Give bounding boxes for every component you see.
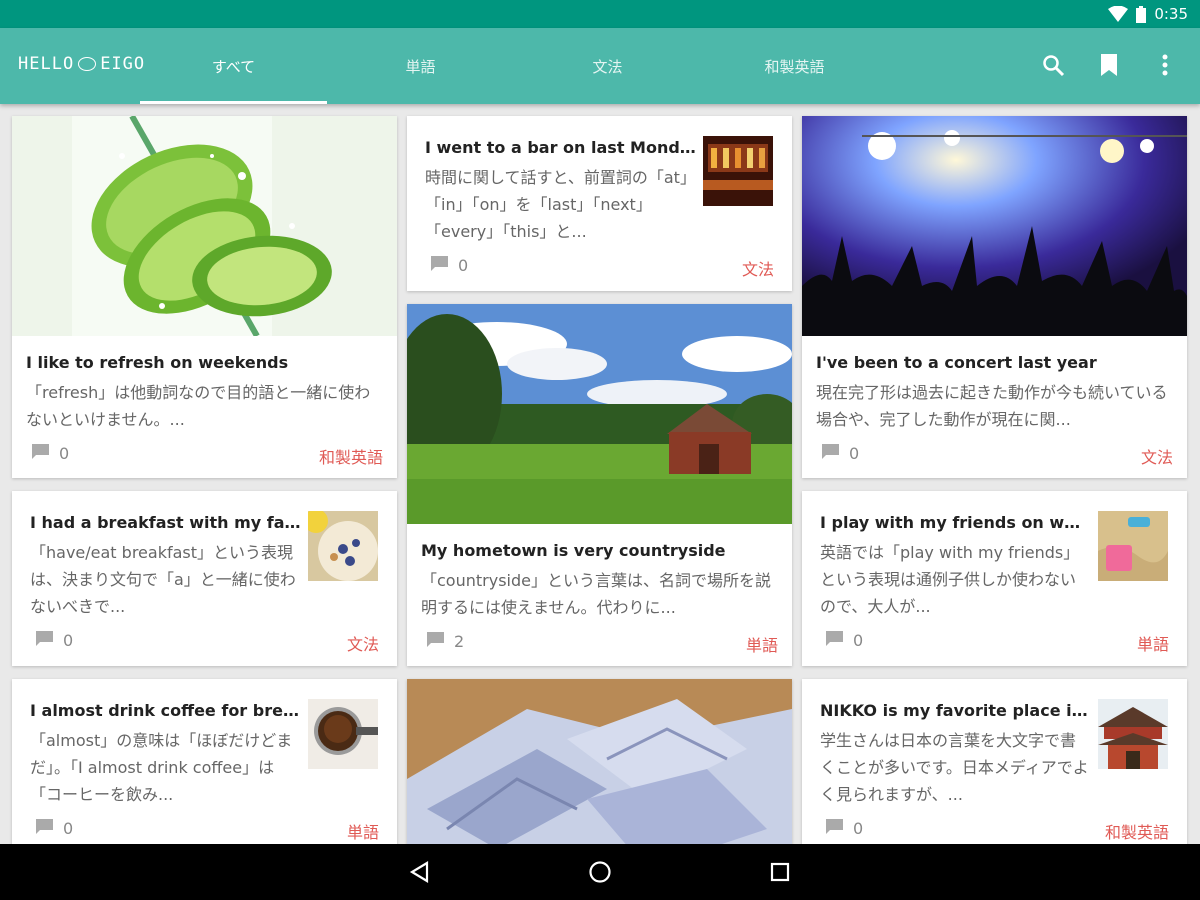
post-title: I've been to a concert last year	[816, 353, 1097, 372]
category-label[interactable]: 単語	[1137, 631, 1169, 655]
comment-count: 0	[826, 819, 863, 838]
comment-icon	[822, 444, 839, 463]
tab-grammar[interactable]: 文法	[514, 28, 701, 104]
comment-icon	[826, 631, 843, 650]
post-image-shirts	[407, 679, 792, 844]
comment-count: 2	[427, 632, 464, 651]
category-label[interactable]: 和製英語	[1105, 819, 1169, 843]
post-excerpt: 「almost」の意味は「ほぼだけどまだ」。「I almost drink co…	[30, 731, 293, 804]
post-excerpt: 学生さんは日本の言葉を大文字で書くことが多いです。日本メディアでよく見られますが…	[820, 731, 1089, 804]
post-image-countryside-barn	[407, 304, 792, 524]
battery-icon	[1136, 5, 1147, 23]
post-thumbnail-cereal	[308, 511, 378, 581]
comment-icon	[427, 632, 444, 651]
post-title: I went to a bar on last Monday	[425, 138, 697, 157]
back-icon[interactable]	[405, 857, 435, 887]
home-icon[interactable]	[585, 857, 615, 887]
search-icon[interactable]	[1040, 52, 1066, 78]
wifi-icon	[1108, 6, 1129, 22]
comment-count-value: 0	[59, 444, 70, 463]
post-card[interactable]: I play with my friends on weekends 英語では「…	[802, 491, 1187, 666]
post-title: NIKKO is my favorite place in Japan	[820, 701, 1088, 720]
comment-icon	[32, 444, 49, 463]
comment-count-value: 0	[853, 819, 864, 838]
post-excerpt: 「have/eat breakfast」という表現は、決まり文句で「a」と一緒に…	[30, 543, 296, 616]
post-excerpt: 英語では「play with my friends」という表現は通例子供しか使わ…	[820, 543, 1080, 616]
post-card[interactable]: I had a breakfast with my family 「have/e…	[12, 491, 397, 666]
category-label[interactable]: 文法	[1141, 444, 1173, 468]
comment-icon	[36, 631, 53, 650]
category-label[interactable]: 単語	[746, 632, 778, 656]
post-title: I almost drink coffee for breakfast	[30, 701, 302, 720]
comment-count-value: 0	[63, 631, 74, 650]
post-image-concert	[802, 116, 1187, 336]
post-excerpt: 現在完了形は過去に起きた動作が今も続いている場合や、完了した動作が現在に関...	[816, 383, 1168, 429]
post-title: My hometown is very countryside	[421, 541, 726, 560]
post-title: I like to refresh on weekends	[26, 353, 289, 372]
post-thumbnail-bar	[703, 136, 773, 206]
post-title: I play with my friends on weekends	[820, 513, 1088, 532]
post-card[interactable]	[407, 679, 792, 844]
more-vert-icon[interactable]	[1152, 52, 1178, 78]
post-card[interactable]: NIKKO is my favorite place in Japan 学生さん…	[802, 679, 1187, 844]
app-bar: HELLO EIGO すべて 単語 文法 和製英語	[0, 28, 1200, 104]
comment-icon	[36, 819, 53, 838]
post-excerpt: 「countryside」という言葉は、名詞で場所を説明するには使えません。代わ…	[421, 571, 771, 617]
post-card[interactable]: My hometown is very countryside 「country…	[407, 304, 792, 666]
system-nav-bar	[0, 844, 1200, 900]
post-excerpt: 時間に関して話すと、前置詞の「at」「in」「on」を「last」「next」「…	[425, 168, 688, 241]
post-thumbnail-temple	[1098, 699, 1168, 769]
comment-count: 0	[36, 819, 73, 838]
comment-count-value: 0	[458, 256, 469, 275]
tab-all[interactable]: すべて	[140, 28, 327, 104]
post-title: I had a breakfast with my family	[30, 513, 302, 532]
category-tabs: すべて 単語 文法 和製英語	[140, 28, 888, 104]
app-logo[interactable]: HELLO EIGO	[18, 54, 145, 74]
comment-count-value: 0	[853, 631, 864, 650]
category-label[interactable]: 和製英語	[319, 444, 383, 468]
post-image-lime-soda	[12, 116, 397, 336]
post-card[interactable]: I went to a bar on last Monday 時間に関して話すと…	[407, 116, 792, 291]
post-thumbnail-sandbox	[1098, 511, 1168, 581]
comment-count: 0	[822, 444, 859, 463]
category-label[interactable]: 文法	[347, 631, 379, 655]
comment-count: 0	[826, 631, 863, 650]
post-card[interactable]: I almost drink coffee for breakfast 「alm…	[12, 679, 397, 844]
post-excerpt: 「refresh」は他動詞なので目的語と一緒に使わないといけません。...	[26, 383, 371, 429]
comment-count: 0	[36, 631, 73, 650]
bookmark-icon[interactable]	[1096, 52, 1122, 78]
category-label[interactable]: 単語	[347, 819, 379, 843]
comment-count-value: 0	[849, 444, 860, 463]
category-label[interactable]: 文法	[742, 256, 774, 280]
comment-icon	[826, 819, 843, 838]
post-card[interactable]: I like to refresh on weekends 「refresh」は…	[12, 116, 397, 478]
comment-count: 0	[32, 444, 69, 463]
comment-count: 0	[431, 256, 468, 275]
app-actions	[1040, 52, 1178, 78]
tab-wasei-eigo[interactable]: 和製英語	[701, 28, 888, 104]
logo-text-right: EIGO	[100, 54, 146, 74]
post-feed[interactable]: I like to refresh on weekends 「refresh」は…	[0, 104, 1200, 844]
recents-icon[interactable]	[765, 857, 795, 887]
status-time: 0:35	[1154, 5, 1188, 23]
status-bar: 0:35	[0, 0, 1200, 28]
tab-vocabulary[interactable]: 単語	[327, 28, 514, 104]
speech-bubble-icon	[78, 57, 97, 71]
comment-count-value: 0	[63, 819, 74, 838]
post-card[interactable]: I've been to a concert last year 現在完了形は過…	[802, 116, 1187, 478]
logo-text-left: HELLO	[18, 54, 75, 74]
post-thumbnail-coffee	[308, 699, 378, 769]
comment-count-value: 2	[454, 632, 465, 651]
comment-icon	[431, 256, 448, 275]
